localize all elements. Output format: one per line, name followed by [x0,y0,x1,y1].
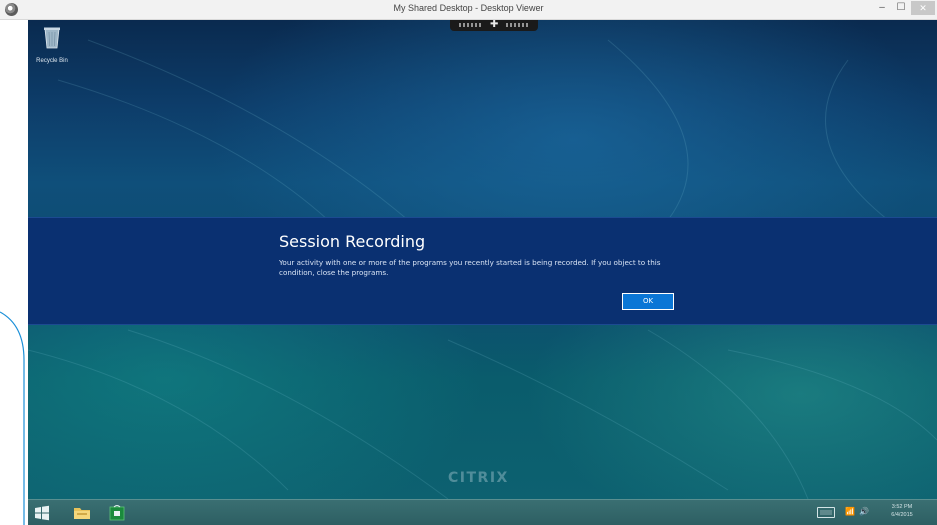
taskbar: 📶 🔊 3:52 PM 6/4/2015 [28,499,937,525]
touch-keyboard-icon[interactable] [817,507,835,518]
left-margin [0,20,28,525]
citrix-watermark: CITRIX [448,470,509,486]
close-button[interactable]: ✕ [911,1,935,15]
session-recording-dialog: Session Recording Your activity with one… [28,217,937,325]
volume-icon[interactable]: 🔊 [859,507,869,516]
arc-decoration [0,311,25,525]
desktop-icon-recycle-bin[interactable]: Recycle Bin [32,26,72,64]
maximize-button[interactable]: ☐ [892,1,910,15]
connection-bar[interactable]: ✚ [450,20,538,31]
clock-time: 3:52 PM [891,504,913,510]
minimize-button[interactable]: – [873,1,891,15]
clock-date: 6/4/2015 [891,512,913,518]
windows-logo-icon [35,505,49,521]
dialog-message: Your activity with one or more of the pr… [279,258,661,277]
connection-bar-grip-icon [458,23,482,27]
dialog-title: Session Recording [279,232,426,251]
folder-icon [74,508,90,519]
connection-bar-expand-icon[interactable]: ✚ [490,20,498,31]
store-icon [109,505,125,521]
clock[interactable]: 3:52 PM 6/4/2015 [877,503,927,519]
titlebar: My Shared Desktop - Desktop Viewer – ☐ ✕ [0,0,937,20]
desktop-viewer-window: My Shared Desktop - Desktop Viewer – ☐ ✕ [0,0,937,525]
recycle-bin-icon [44,27,60,49]
remote-desktop[interactable]: ✚ Recycle Bin Session Recording Your act… [28,20,937,499]
start-button[interactable] [34,504,50,522]
store-button[interactable] [108,504,126,522]
window-title: My Shared Desktop - Desktop Viewer [393,3,544,13]
ok-button[interactable]: OK [622,293,674,310]
desktop-icon-label: Recycle Bin [36,58,68,64]
connection-bar-grip-icon [505,23,529,27]
file-explorer-button[interactable] [72,504,92,522]
network-icon[interactable]: 📶 [845,507,855,516]
